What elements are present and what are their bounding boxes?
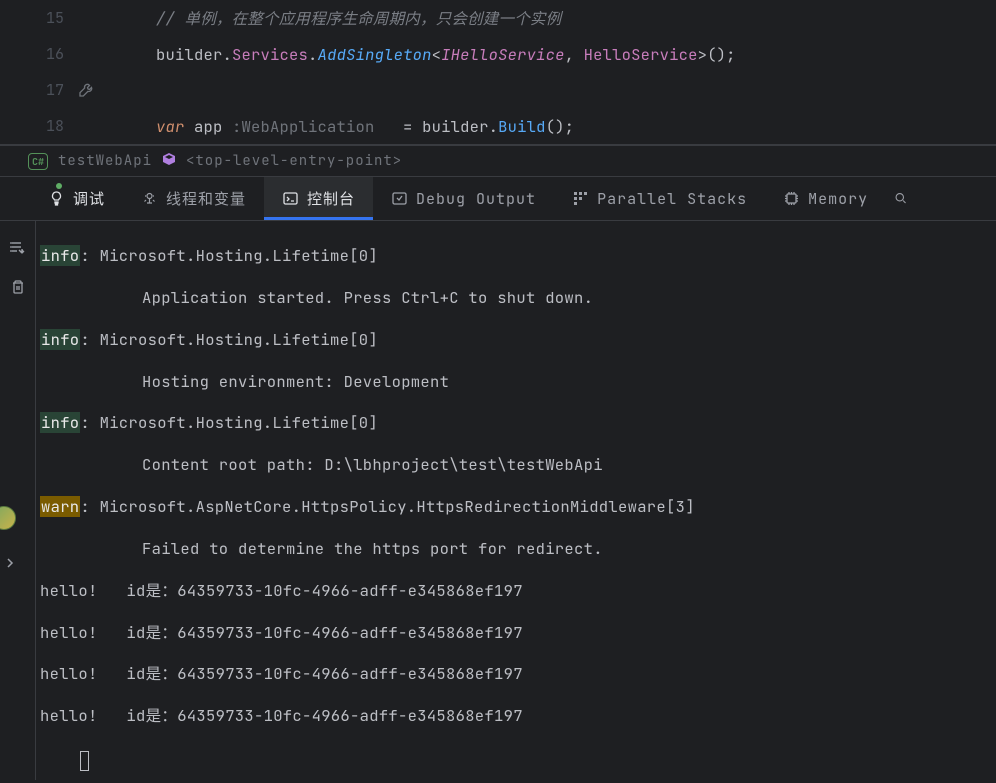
package-icon <box>162 152 176 171</box>
cursor <box>80 751 89 771</box>
output-icon <box>391 190 408 207</box>
log-detail: Application started. Press Ctrl+C to shu… <box>40 277 992 319</box>
tab-label: 线程和变量 <box>166 188 246 209</box>
log-line: info: Microsoft.Hosting.Lifetime[0] <box>40 402 992 444</box>
log-line: info: Microsoft.Hosting.Lifetime[0] <box>40 319 992 361</box>
breadcrumb-entry[interactable]: <top-level-entry-point> <box>186 152 402 170</box>
tab-console[interactable]: 控制台 <box>264 177 373 220</box>
code-line[interactable]: 17 <box>0 72 996 108</box>
terminal-icon <box>282 190 299 207</box>
log-line: hello! id是：64359733-10fc-4966-adff-e3458… <box>40 695 992 737</box>
breadcrumb: C# testWebApi <top-level-entry-point> <box>0 145 996 177</box>
log-line: hello! id是：64359733-10fc-4966-adff-e3458… <box>40 653 992 695</box>
code-comment: // 单例，在整个应用程序生命周期内，只会创建一个实例 <box>156 8 561 29</box>
search-icon <box>894 190 908 207</box>
line-number: 18 <box>0 116 76 136</box>
console-toolbar <box>0 221 36 780</box>
tab-label: 控制台 <box>307 188 355 209</box>
bug-icon <box>141 190 158 207</box>
log-detail: Failed to determine the https port for r… <box>40 528 992 570</box>
console-panel: info: Microsoft.Hosting.Lifetime[0]Appli… <box>0 221 996 780</box>
code-editor[interactable]: 15 // 单例，在整个应用程序生命周期内，只会创建一个实例 16 builde… <box>0 0 996 145</box>
tab-label: 调试 <box>73 188 105 209</box>
tab-debug-output[interactable]: Debug Output <box>373 177 554 220</box>
tab-parallel-stacks[interactable]: Parallel Stacks <box>554 177 765 220</box>
tab-memory[interactable]: Memory <box>765 177 886 220</box>
log-line: warn: Microsoft.AspNetCore.HttpsPolicy.H… <box>40 486 992 528</box>
tab-label: Debug Output <box>416 189 536 209</box>
chevron-right-icon[interactable] <box>4 554 16 574</box>
code-text: var app :WebApplication = builder.Build(… <box>76 116 574 137</box>
debug-tabs: 调试 线程和变量 控制台 Debug Output Parallel Stack… <box>0 177 996 221</box>
log-detail: Hosting environment: Development <box>40 361 992 403</box>
lightbulb-icon <box>48 190 65 207</box>
tab-debug[interactable]: 调试 <box>30 177 123 220</box>
log-line: info: Microsoft.Hosting.Lifetime[0] <box>40 235 992 277</box>
trash-icon[interactable] <box>10 279 26 300</box>
tab-overflow[interactable] <box>886 177 912 220</box>
wrench-icon[interactable] <box>78 82 94 98</box>
console-output[interactable]: info: Microsoft.Hosting.Lifetime[0]Appli… <box>36 221 996 780</box>
code-line[interactable]: 18 var app :WebApplication = builder.Bui… <box>0 108 996 144</box>
line-number: 15 <box>0 8 76 28</box>
breadcrumb-project[interactable]: testWebApi <box>58 152 152 170</box>
log-detail: Content root path: D:\lbhproject\test\te… <box>40 444 992 486</box>
code-text: builder.Services.AddSingleton<IHelloServ… <box>76 44 736 65</box>
stacks-icon <box>572 190 589 207</box>
line-number: 17 <box>0 80 76 100</box>
tab-label: Memory <box>808 189 868 209</box>
code-line[interactable]: 15 // 单例，在整个应用程序生命周期内，只会创建一个实例 <box>0 0 996 36</box>
scroll-to-end-icon[interactable] <box>9 239 26 261</box>
log-line: hello! id是：64359733-10fc-4966-adff-e3458… <box>40 570 992 612</box>
language-badge: C# <box>28 153 48 170</box>
tab-threads[interactable]: 线程和变量 <box>123 177 264 220</box>
tab-label: Parallel Stacks <box>597 189 747 209</box>
log-line: hello! id是：64359733-10fc-4966-adff-e3458… <box>40 612 992 654</box>
code-line[interactable]: 16 builder.Services.AddSingleton<IHelloS… <box>0 36 996 72</box>
line-number: 16 <box>0 44 76 64</box>
memory-icon <box>783 190 800 207</box>
